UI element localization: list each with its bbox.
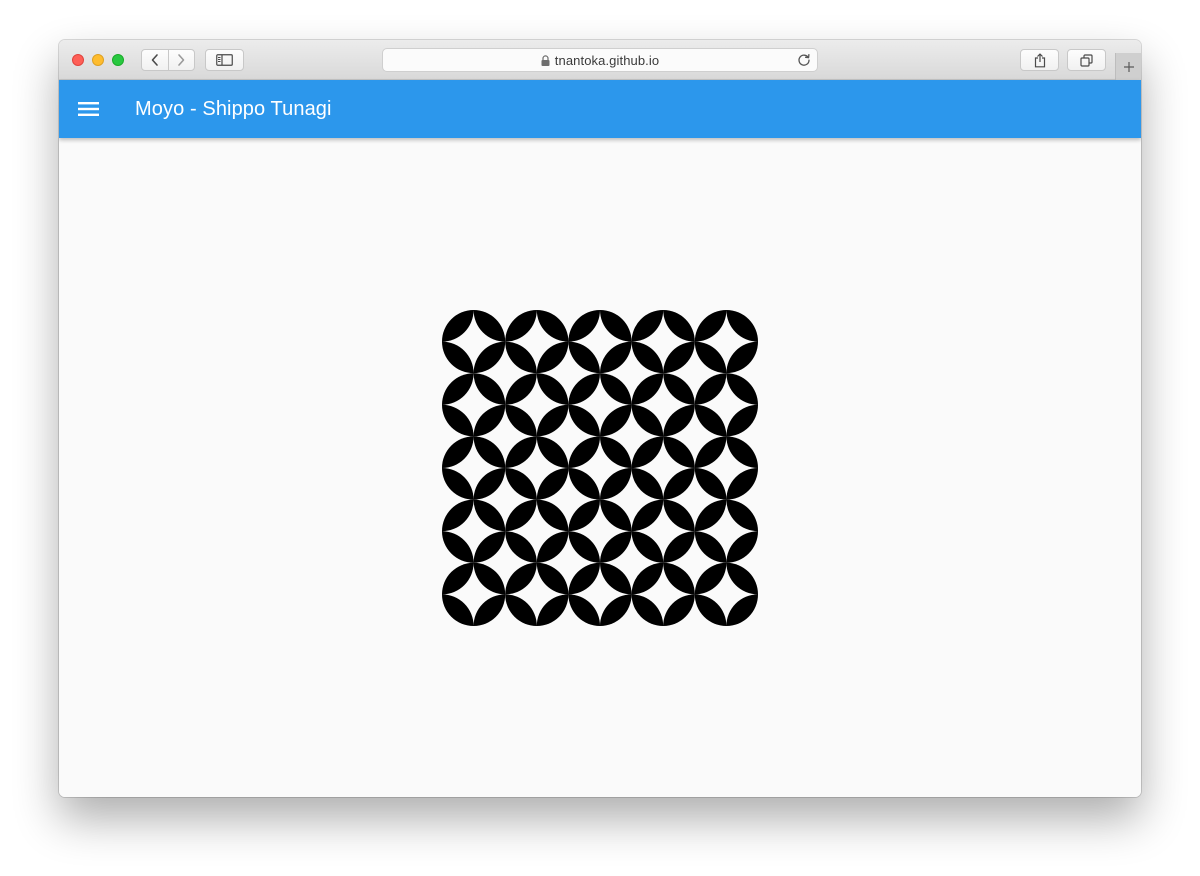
shippo-tunagi-pattern (442, 310, 758, 626)
minimize-window-button[interactable] (92, 54, 104, 66)
hamburger-menu-icon[interactable] (78, 100, 99, 118)
shippo-cell (694, 436, 758, 500)
shippo-cell (631, 310, 695, 374)
reload-icon[interactable] (797, 53, 811, 67)
shippo-cell (505, 373, 569, 437)
shippo-cell (694, 562, 758, 626)
chevron-left-icon (151, 54, 158, 66)
shippo-cell (694, 499, 758, 563)
forward-button[interactable] (167, 50, 195, 70)
shippo-cell (442, 499, 506, 563)
sidebar-icon (216, 54, 233, 66)
new-tab-button[interactable] (1115, 53, 1141, 80)
share-button[interactable] (1020, 49, 1059, 71)
close-window-button[interactable] (72, 54, 84, 66)
shippo-cell (568, 373, 632, 437)
address-bar[interactable]: tnantoka.github.io (382, 48, 818, 72)
chevron-right-icon (178, 54, 185, 66)
share-icon (1034, 52, 1045, 67)
navigation-buttons (141, 49, 195, 71)
show-tabs-button[interactable] (1067, 49, 1106, 71)
tabs-icon (1080, 53, 1093, 67)
shippo-cell (505, 436, 569, 500)
plus-icon (1123, 61, 1134, 72)
shippo-cell (442, 373, 506, 437)
browser-toolbar: tnantoka.github.io (59, 40, 1141, 80)
sidebar-toggle-button[interactable] (205, 49, 244, 71)
shippo-cell (442, 310, 506, 374)
shippo-cell (568, 310, 632, 374)
page-title: Moyo - Shippo Tunagi (135, 98, 332, 120)
shippo-cell (631, 562, 695, 626)
shippo-cell (694, 310, 758, 374)
shippo-cell (631, 499, 695, 563)
shippo-cell (568, 562, 632, 626)
shippo-cell (505, 562, 569, 626)
shippo-cell (631, 373, 695, 437)
shippo-cell (505, 310, 569, 374)
shippo-cell (568, 499, 632, 563)
maximize-window-button[interactable] (112, 54, 124, 66)
shippo-cell (568, 436, 632, 500)
lock-icon (541, 54, 550, 66)
shippo-cell (694, 373, 758, 437)
shippo-cell (631, 436, 695, 500)
back-button[interactable] (142, 50, 168, 70)
app-bar: Moyo - Shippo Tunagi (59, 80, 1141, 138)
shippo-cell (442, 436, 506, 500)
main-content (59, 138, 1141, 797)
url-text: tnantoka.github.io (554, 52, 660, 68)
shippo-cell (442, 562, 506, 626)
browser-window: tnantoka.github.io Moyo - Shippo Tunagi (59, 40, 1141, 797)
shippo-cell (505, 499, 569, 563)
